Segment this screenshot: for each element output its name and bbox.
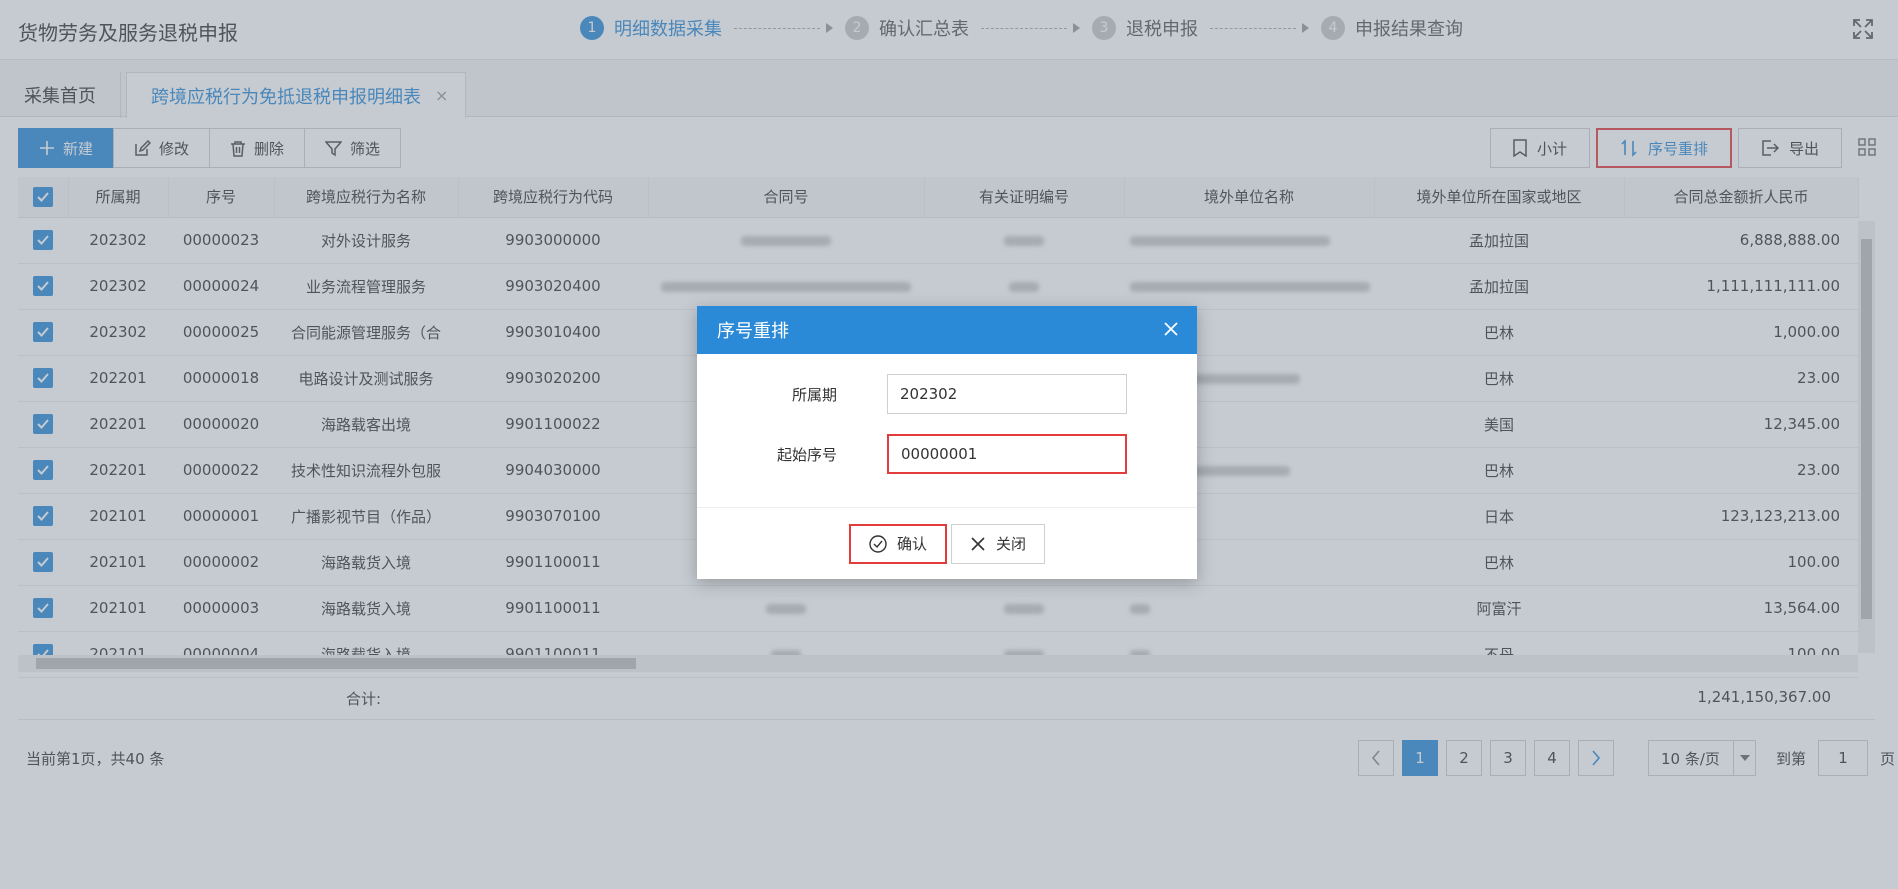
confirm-button-label: 确认 <box>896 535 927 553</box>
check-circle-icon <box>869 534 887 553</box>
renumber-dialog: 序号重排 所属期 202302 起始序号 00000001 确认 关闭 <box>697 306 1197 579</box>
confirm-button[interactable]: 确认 <box>848 523 947 564</box>
close-button[interactable]: 关闭 <box>951 523 1046 564</box>
start-number-input[interactable]: 00000001 <box>887 434 1127 474</box>
close-icon <box>971 536 985 551</box>
dialog-body: 所属期 202302 起始序号 00000001 <box>697 354 1197 508</box>
period-input[interactable]: 202302 <box>887 374 1127 414</box>
start-number-label: 起始序号 <box>776 446 837 464</box>
dialog-header: 序号重排 <box>697 306 1197 354</box>
dialog-title: 序号重排 <box>717 321 789 342</box>
close-button-label: 关闭 <box>996 535 1027 553</box>
close-icon[interactable] <box>1163 321 1179 337</box>
period-label: 所属期 <box>791 386 837 404</box>
dialog-footer: 确认 关闭 <box>697 508 1197 579</box>
